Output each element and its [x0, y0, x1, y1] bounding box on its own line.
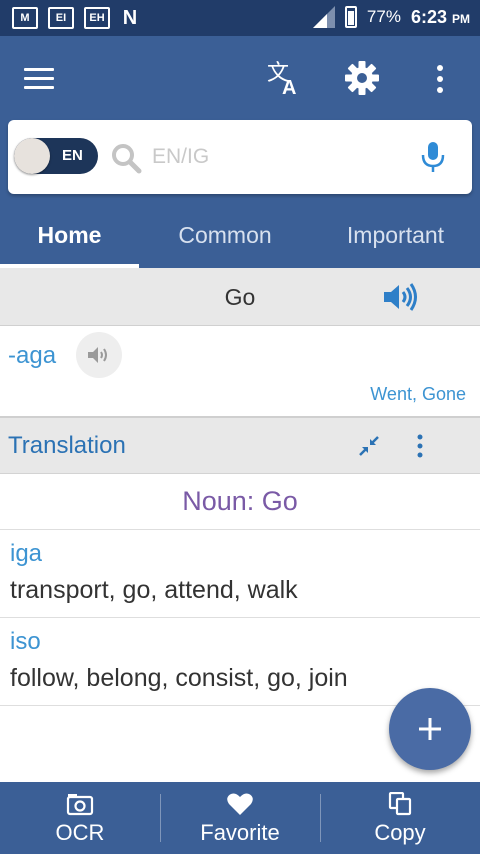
- toggle-knob: [14, 138, 50, 174]
- clock: 6:23 PM: [411, 7, 470, 28]
- ocr-button[interactable]: OCR: [0, 782, 160, 854]
- definition-row: -aga Went, Gone: [0, 326, 480, 416]
- entry-word: iso: [10, 628, 41, 655]
- svg-text:A: A: [282, 77, 296, 96]
- more-vert-icon[interactable]: [410, 433, 430, 459]
- copy-icon: [388, 792, 412, 816]
- microphone-icon[interactable]: [418, 140, 448, 174]
- menu-icon[interactable]: [24, 68, 54, 90]
- tab-bar: Home Common Important: [0, 202, 480, 268]
- list-item[interactable]: iga transport, go, attend, walk: [0, 530, 480, 618]
- search-input[interactable]: [152, 140, 402, 174]
- tab-important[interactable]: Important: [311, 202, 480, 268]
- app-bar: 文 A: [0, 36, 480, 120]
- toggle-label: EN: [62, 147, 83, 164]
- word-header: Go: [0, 268, 480, 326]
- heart-icon: [227, 793, 253, 815]
- translate-icon[interactable]: 文 A: [266, 58, 304, 96]
- add-button[interactable]: [389, 688, 471, 770]
- entry-meaning: follow, belong, consist, go, join: [10, 664, 348, 692]
- status-bar: M EI EH N 77% 6:23 PM: [0, 0, 480, 36]
- more-vert-icon[interactable]: [428, 64, 452, 94]
- part-of-speech: Noun: Go: [182, 486, 298, 516]
- battery-percent: 77%: [366, 7, 401, 26]
- plus-icon: [419, 718, 441, 740]
- language-toggle[interactable]: EN: [14, 138, 98, 174]
- speaker-icon[interactable]: [382, 282, 418, 312]
- notification-icons: M EI EH N: [12, 7, 140, 29]
- collapse-icon[interactable]: [358, 435, 380, 457]
- gear-icon[interactable]: [344, 60, 380, 96]
- ei-notification-icon: EI: [48, 7, 74, 29]
- copy-label: Copy: [374, 820, 426, 845]
- search-icon: [112, 144, 142, 174]
- entry-word: iga: [10, 540, 43, 567]
- tab-home[interactable]: Home: [0, 202, 139, 268]
- eh-notification-icon: EH: [84, 7, 110, 29]
- clock-time: 6:23: [410, 6, 447, 27]
- clock-ampm: PM: [452, 11, 470, 26]
- battery-icon: [344, 6, 357, 28]
- part-of-speech-row: Noun: Go: [0, 474, 480, 530]
- favorite-label: Favorite: [200, 820, 280, 845]
- copy-button[interactable]: Copy: [320, 782, 480, 854]
- definition-word: -aga: [8, 342, 57, 369]
- ocr-label: OCR: [55, 820, 105, 845]
- search-bar: EN: [8, 120, 472, 194]
- verb-forms: Went, Gone: [370, 384, 466, 404]
- bottom-nav: OCR Favorite Copy: [0, 782, 480, 854]
- speaker-icon: [88, 347, 107, 363]
- entry-meaning: transport, go, attend, walk: [10, 576, 298, 604]
- camera-icon: [66, 794, 94, 816]
- translation-title: Translation: [8, 432, 126, 459]
- tab-common[interactable]: Common: [139, 202, 311, 268]
- translation-header: Translation: [0, 416, 480, 474]
- n-notification-icon: N: [122, 7, 138, 29]
- favorite-button[interactable]: Favorite: [160, 782, 320, 854]
- gmail-notification-icon: M: [12, 7, 38, 29]
- signal-icon: [312, 6, 335, 28]
- definition-speaker-button[interactable]: [76, 332, 122, 378]
